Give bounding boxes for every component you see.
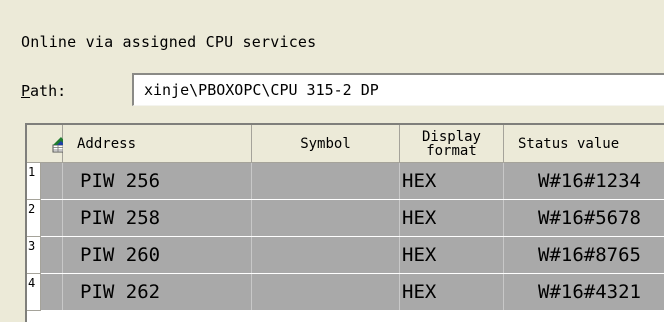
path-label-hotkey: P	[21, 82, 31, 100]
connection-title: Online via assigned CPU services	[21, 33, 317, 51]
path-field[interactable]: xinje\PBOXOPC\CPU 315-2 DP	[132, 73, 664, 106]
address-cell[interactable]: PIW 256	[63, 163, 252, 199]
header-symbol-label: Symbol	[300, 135, 351, 152]
header-display-format-label: Display format	[421, 129, 481, 159]
row-icon-cell	[41, 163, 63, 199]
symbol-cell[interactable]	[252, 237, 400, 273]
format-cell[interactable]: HEX	[400, 274, 504, 310]
format-cell[interactable]: HEX	[400, 200, 504, 236]
header-address-label: Address	[77, 135, 137, 152]
table-row[interactable]: PIW 258 HEX W#16#5678	[41, 200, 664, 237]
format-cell[interactable]: HEX	[400, 237, 504, 273]
row-number-1[interactable]: 1	[27, 163, 41, 200]
table-row[interactable]: PIW 256 HEX W#16#1234	[41, 163, 664, 200]
header-symbol[interactable]: Symbol	[252, 125, 400, 163]
address-cell[interactable]: PIW 262	[63, 274, 252, 310]
variable-table[interactable]: Address Symbol Display format Status val…	[25, 123, 664, 322]
row-number-4[interactable]: 4	[27, 274, 41, 311]
address-cell[interactable]: PIW 258	[63, 200, 252, 236]
table-row[interactable]: PIW 262 HEX W#16#4321	[41, 274, 664, 311]
path-label: Path:	[21, 82, 66, 100]
row-icon-cell	[41, 200, 63, 236]
status-cell[interactable]: W#16#1234	[504, 163, 664, 199]
address-cell[interactable]: PIW 260	[63, 237, 252, 273]
status-cell[interactable]: W#16#5678	[504, 200, 664, 236]
header-display-format[interactable]: Display format	[400, 125, 504, 163]
status-cell[interactable]: W#16#4321	[504, 274, 664, 310]
format-cell[interactable]: HEX	[400, 163, 504, 199]
header-address[interactable]: Address	[63, 125, 252, 163]
row-number-3[interactable]: 3	[27, 237, 41, 274]
header-status-value[interactable]: Status value	[504, 125, 664, 163]
status-cell[interactable]: W#16#8765	[504, 237, 664, 273]
symbol-cell[interactable]	[252, 200, 400, 236]
header-status-value-label: Status value	[518, 135, 620, 152]
symbol-cell[interactable]	[252, 274, 400, 310]
path-value: xinje\PBOXOPC\CPU 315-2 DP	[144, 81, 379, 99]
row-icon-cell	[41, 274, 63, 310]
path-label-text: ath:	[30, 82, 67, 100]
symbol-cell[interactable]	[252, 163, 400, 199]
row-icon-cell	[41, 237, 63, 273]
table-row[interactable]: PIW 260 HEX W#16#8765	[41, 237, 664, 274]
row-number-2[interactable]: 2	[27, 200, 41, 237]
